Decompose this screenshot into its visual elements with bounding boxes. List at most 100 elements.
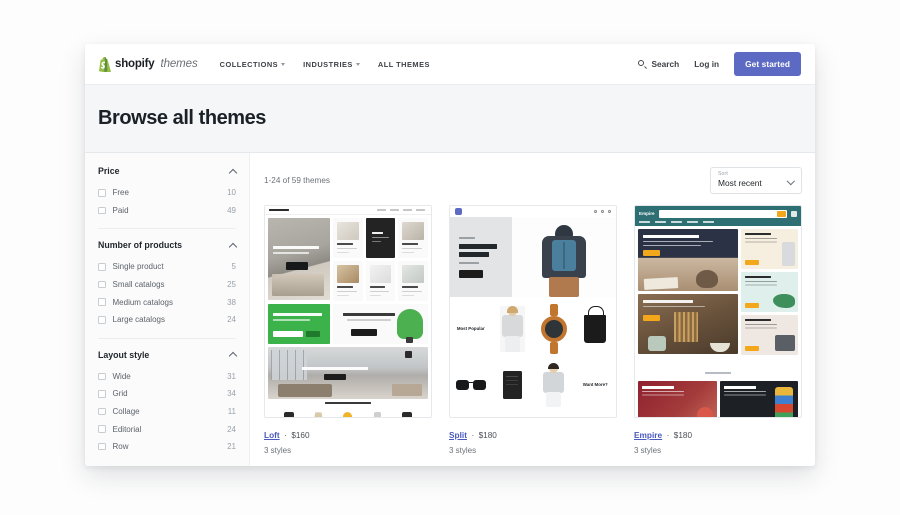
filter-group-title: Layout style: [98, 349, 150, 360]
filter-option-paid[interactable]: Paid 49: [98, 202, 236, 220]
preview-side-block: [741, 272, 798, 313]
apparel-model-graphic: [541, 363, 566, 407]
lamp-icon: [312, 412, 324, 417]
lamp-icon: [372, 412, 384, 417]
theme-thumbnail-empire[interactable]: Empire: [634, 205, 802, 418]
checkbox[interactable]: [98, 390, 106, 398]
checkbox[interactable]: [98, 372, 106, 381]
brand-name: shopify: [115, 58, 155, 70]
chevron-down-icon: [788, 178, 794, 184]
chevron-up-icon: [229, 351, 236, 358]
login-link[interactable]: Log in: [694, 59, 719, 69]
filter-group-layout-style: Layout style Wide 31 Grid 34 Collage 11 …: [98, 337, 236, 465]
filter-option-large-catalogs[interactable]: Large catalogs 24: [98, 311, 236, 329]
page-title: Browse all themes: [98, 107, 266, 129]
filter-option-count: 31: [227, 371, 236, 381]
filter-option-wide[interactable]: Wide 31: [98, 368, 236, 386]
checkbox[interactable]: [98, 206, 106, 215]
lamp-icon: [342, 412, 354, 417]
themes-main: 1-24 of 59 themes Sort Most recent Loft …: [250, 153, 815, 466]
preview-tile: [398, 261, 428, 301]
preview-product-cell: [492, 301, 534, 357]
preview-sale-block: [333, 304, 428, 344]
shopify-themes-logo[interactable]: shopify themes: [98, 56, 198, 72]
preview-bottom-block: [719, 381, 798, 417]
theme-meta: Empire · $180 3 styles: [634, 425, 802, 455]
filter-option-label: Large catalogs: [112, 315, 165, 325]
preview-bottom-block: [638, 381, 717, 417]
checkbox[interactable]: [98, 425, 106, 433]
filter-group-header[interactable]: Number of products: [98, 240, 236, 250]
preview-hero-row: [265, 215, 431, 304]
preview-tile: [333, 218, 363, 258]
filter-option-medium-catalogs[interactable]: Medium catalogs 38: [98, 293, 236, 311]
search-icon: [637, 59, 647, 69]
preview-tile: [398, 218, 428, 258]
filter-option-small-catalogs[interactable]: Small catalogs 25: [98, 276, 236, 294]
filter-option-grid[interactable]: Grid 34: [98, 385, 236, 403]
filter-option-row[interactable]: Row 21: [98, 438, 236, 456]
filter-option-editorial[interactable]: Editorial 24: [98, 420, 236, 438]
get-started-button[interactable]: Get started: [734, 52, 801, 76]
filter-option-label: Medium catalogs: [112, 297, 173, 307]
preview-lamp-row: [268, 408, 428, 417]
filter-group-header[interactable]: Price: [98, 166, 236, 176]
search-label: Search: [651, 59, 680, 69]
results-header: 1-24 of 59 themes Sort Most recent: [264, 167, 802, 194]
filter-option-label: Free: [112, 188, 129, 198]
theme-thumbnail-loft[interactable]: [264, 205, 432, 418]
page-body: Price Free 10 Paid 49 Number of products…: [85, 153, 815, 466]
theme-name-link[interactable]: Empire: [634, 430, 662, 440]
preview-hero-image: [268, 218, 330, 300]
filter-option-count: 21: [227, 442, 236, 452]
filter-option-count: 38: [227, 297, 236, 307]
checkbox[interactable]: [98, 298, 106, 306]
theme-name-link[interactable]: Loft: [264, 430, 280, 440]
filter-option-count: 10: [227, 188, 236, 198]
filter-option-label: Paid: [112, 205, 129, 215]
preview-newsletter-block: [268, 304, 330, 344]
nav-label: ALL THEMES: [377, 59, 430, 69]
preview-left-column: [638, 229, 738, 355]
filter-option-label: Grid: [112, 389, 128, 399]
preview-product-row: Most Popular: [450, 301, 616, 357]
nav-item-industries[interactable]: INDUSTRIES: [303, 60, 360, 69]
preview-body: [635, 226, 801, 358]
theme-thumbnail-split[interactable]: Most Popular Want More?: [449, 205, 617, 418]
theme-separator: ·: [666, 431, 670, 440]
preview-tile-grid: [333, 218, 428, 301]
search-button[interactable]: Search: [637, 59, 680, 69]
checkbox[interactable]: [98, 407, 106, 416]
theme-name-link[interactable]: Split: [449, 430, 467, 440]
preview-promo-row: [265, 304, 431, 347]
preview-topbar: [265, 206, 431, 215]
sort-value: Most recent: [718, 178, 762, 188]
filter-option-single-product[interactable]: Single product 5: [98, 258, 236, 276]
filter-option-free[interactable]: Free 10: [98, 184, 236, 202]
shopify-bag-icon: [98, 56, 111, 72]
filter-option-label: Collage: [112, 407, 140, 417]
checkbox[interactable]: [98, 263, 106, 271]
filter-option-count: 25: [227, 280, 236, 290]
preview-product-cell: [450, 357, 492, 413]
theme-price: $180: [478, 431, 497, 440]
filter-option-label: Editorial: [112, 424, 142, 434]
theme-styles-count: 3 styles: [264, 446, 292, 455]
preview-header-row: Empire: [639, 210, 797, 218]
preview-chair-graphic: [397, 309, 423, 343]
preview-icons: [594, 210, 611, 213]
filter-group-header[interactable]: Layout style: [98, 350, 236, 360]
filter-option-count: 24: [227, 315, 236, 325]
filter-option-label: Small catalogs: [112, 280, 165, 290]
nav-item-collections[interactable]: COLLECTIONS: [220, 60, 286, 69]
checkbox[interactable]: [98, 189, 106, 197]
filters-sidebar: Price Free 10 Paid 49 Number of products…: [85, 153, 250, 466]
checkbox[interactable]: [98, 442, 106, 451]
preview-logo: [455, 208, 462, 215]
checkbox[interactable]: [98, 316, 106, 324]
nav-item-all-themes[interactable]: ALL THEMES: [378, 60, 430, 69]
sort-select[interactable]: Sort Most recent: [710, 167, 802, 194]
preview-product-row: Want More?: [450, 357, 616, 413]
checkbox[interactable]: [98, 280, 106, 289]
filter-option-collage[interactable]: Collage 11: [98, 403, 236, 421]
